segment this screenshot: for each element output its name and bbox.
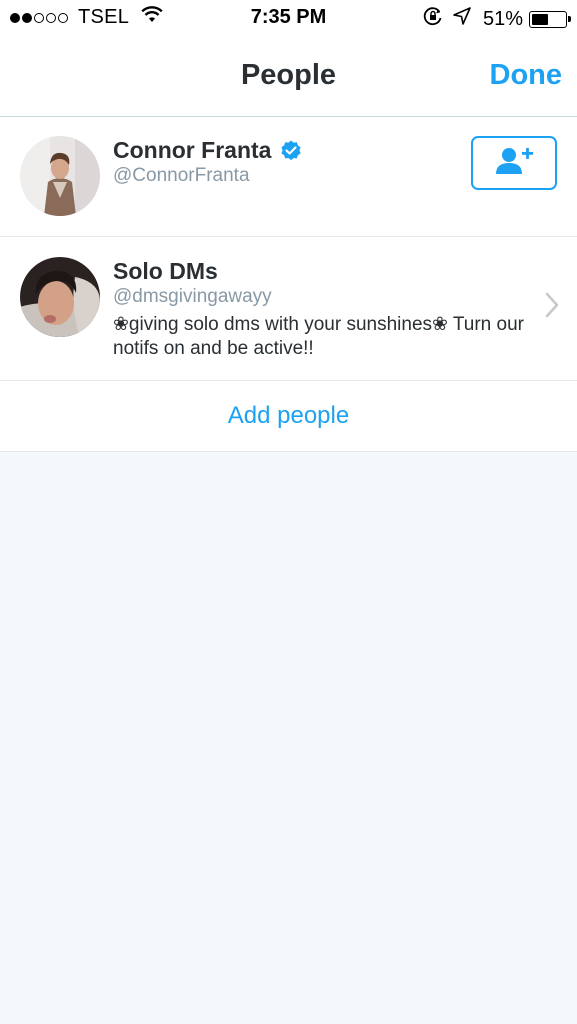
status-bar: TSEL 7:35 PM 51% xyxy=(0,0,577,38)
person-handle: @dmsgivingawayy xyxy=(113,286,272,307)
person-name: Solo DMs xyxy=(113,258,218,285)
avatar xyxy=(20,136,100,216)
status-right: 51% xyxy=(423,6,571,32)
avatar xyxy=(20,257,100,337)
person-name: Connor Franta xyxy=(113,137,303,164)
orientation-lock-icon xyxy=(423,6,443,32)
person-bio: ❀giving solo dms with your sunshines❀ Tu… xyxy=(113,314,524,359)
person-name-text: Connor Franta xyxy=(113,137,272,163)
add-people-button[interactable]: Add people xyxy=(228,402,349,430)
add-user-icon xyxy=(493,146,535,181)
add-people-row[interactable]: Add people xyxy=(0,381,577,452)
chevron-right-icon xyxy=(545,292,559,323)
done-button[interactable]: Done xyxy=(490,59,563,92)
battery-percent: 51% xyxy=(482,7,523,30)
location-arrow-icon xyxy=(453,7,471,31)
header-area: TSEL 7:35 PM 51% People Done xyxy=(0,0,577,117)
person-name-text: Solo DMs xyxy=(113,258,218,284)
person-handle: @ConnorFranta xyxy=(113,165,250,186)
person-row-connor-franta[interactable]: Connor Franta @ConnorFranta xyxy=(0,117,577,237)
follow-button[interactable] xyxy=(471,136,557,190)
battery-icon xyxy=(529,10,571,28)
person-row-solo-dms[interactable]: Solo DMs @dmsgivingawayy ❀giving solo dm… xyxy=(0,237,577,381)
verified-badge-icon xyxy=(279,139,303,163)
nav-bar: People Done xyxy=(0,38,577,117)
